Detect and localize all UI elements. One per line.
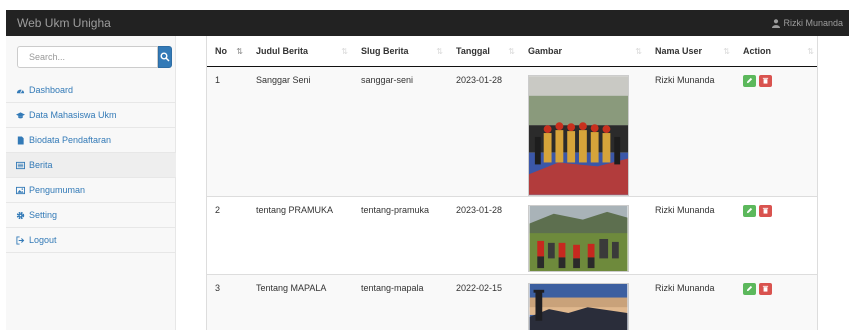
table-header-row: No ⇅ Judul Berita ⇅ Slug Berita ⇅ Tanggal ⇅ …: [207, 36, 817, 67]
table-row: 1 Sanggar Seni sanggar-seni 2023-01-28 R…: [207, 65, 817, 196]
user-icon: [772, 18, 781, 28]
sidebar-item-label: Setting: [29, 210, 58, 220]
sidebar-item-pengumuman[interactable]: Pengumuman: [6, 178, 176, 203]
cell-nama-user: Rizki Munanda: [647, 65, 735, 196]
graduation-cap-icon: [16, 111, 25, 118]
column-header-no[interactable]: No ⇅: [207, 36, 248, 67]
sidebar-menu: Dashboard Data Mahasiswa Ukm Biodata Pen…: [6, 78, 176, 253]
column-header-judul[interactable]: Judul Berita ⇅: [248, 36, 353, 67]
gear-icon: [16, 211, 25, 219]
sidebar-item-label: Logout: [29, 235, 57, 245]
sort-icon: ⇅: [635, 47, 642, 56]
mountain-photo: [528, 282, 629, 330]
sidebar-item-label: Data Mahasiswa Ukm: [29, 110, 117, 120]
table-row: 3 Tentang MAPALA tentang-mapala 2022-02-…: [207, 273, 817, 330]
file-icon: [17, 135, 24, 145]
sidebar-item-biodata[interactable]: Biodata Pendaftaran: [6, 128, 176, 153]
sidebar-item-berita[interactable]: Berita: [6, 153, 176, 178]
cell-nama-user: Rizki Munanda: [647, 195, 735, 274]
sidebar-item-label: Berita: [29, 160, 53, 170]
sort-icon: ⇅: [723, 47, 730, 56]
cell-tanggal: 2023-01-28: [448, 195, 520, 274]
sidebar-item-dashboard[interactable]: Dashboard: [6, 78, 176, 103]
sidebar-item-setting[interactable]: Setting: [6, 203, 176, 228]
image-icon: [16, 186, 25, 194]
sign-out-icon: [16, 235, 25, 245]
search-icon: [160, 52, 170, 62]
sidebar-item-logout[interactable]: Logout: [6, 228, 176, 253]
berita-table: No ⇅ Judul Berita ⇅ Slug Berita ⇅ Tanggal ⇅ …: [207, 36, 817, 330]
cell-no: 3: [207, 273, 248, 330]
sort-icon: ⇅: [508, 47, 515, 56]
cell-action: [735, 65, 817, 196]
cell-judul: tentang PRAMUKA: [248, 195, 353, 274]
brand-title[interactable]: Web Ukm Unigha: [17, 16, 111, 30]
search-group: [17, 46, 172, 68]
sidebar-item-label: Pengumuman: [29, 185, 86, 195]
cell-gambar: [520, 195, 647, 274]
sort-icon: ⇅: [807, 47, 814, 56]
cell-slug: sanggar-seni: [353, 65, 448, 196]
sidebar-item-label: Dashboard: [29, 85, 74, 95]
cell-action: [735, 195, 817, 274]
sidebar-item-label: Biodata Pendaftaran: [29, 135, 112, 145]
pencil-icon: [746, 207, 753, 214]
edit-button[interactable]: [743, 204, 756, 217]
top-navbar: Web Ukm Unigha Rizki Munanda: [6, 10, 849, 36]
delete-button[interactable]: [759, 282, 772, 295]
trash-icon: [762, 207, 769, 214]
sidebar-item-data-mahasiswa[interactable]: Data Mahasiswa Ukm: [6, 103, 176, 128]
cell-judul: Tentang MAPALA: [248, 273, 353, 330]
cell-no: 2: [207, 195, 248, 274]
main-content: No ⇅ Judul Berita ⇅ Slug Berita ⇅ Tanggal ⇅ …: [206, 36, 818, 330]
trash-icon: [762, 285, 769, 292]
cell-tanggal: 2022-02-15: [448, 273, 520, 330]
search-button[interactable]: [158, 46, 172, 68]
dashboard-icon: [16, 88, 25, 93]
cell-no: 1: [207, 65, 248, 196]
table-row: 2 tentang PRAMUKA tentang-pramuka 2023-0…: [207, 195, 817, 274]
delete-button[interactable]: [759, 204, 772, 217]
cell-tanggal: 2023-01-28: [448, 65, 520, 196]
user-menu[interactable]: Rizki Munanda: [772, 18, 843, 28]
column-header-nama-user[interactable]: Nama User ⇅: [647, 36, 735, 67]
sidebar: Dashboard Data Mahasiswa Ukm Biodata Pen…: [6, 36, 176, 330]
edit-button[interactable]: [743, 74, 756, 87]
column-header-action[interactable]: Action ⇅: [735, 36, 817, 67]
trash-icon: [762, 77, 769, 84]
pencil-icon: [746, 77, 753, 84]
column-header-slug[interactable]: Slug Berita ⇅: [353, 36, 448, 67]
user-name: Rizki Munanda: [783, 18, 843, 28]
cell-judul: Sanggar Seni: [248, 65, 353, 196]
pencil-icon: [746, 285, 753, 292]
search-input[interactable]: [17, 46, 158, 68]
dance-group-photo: [528, 74, 629, 196]
sort-icon: ⇅: [436, 47, 443, 56]
cell-nama-user: Rizki Munanda: [647, 273, 735, 330]
sort-icon: ⇅: [341, 47, 348, 56]
cell-slug: tentang-pramuka: [353, 195, 448, 274]
sort-asc-icon: ⇅: [236, 47, 243, 56]
delete-button[interactable]: [759, 74, 772, 87]
column-header-gambar[interactable]: Gambar ⇅: [520, 36, 647, 67]
cell-gambar: [520, 273, 647, 330]
cell-gambar: [520, 65, 647, 196]
edit-button[interactable]: [743, 282, 756, 295]
scouts-photo: [528, 204, 629, 272]
cell-slug: tentang-mapala: [353, 273, 448, 330]
newspaper-icon: [16, 161, 25, 169]
column-header-tanggal[interactable]: Tanggal ⇅: [448, 36, 520, 67]
cell-action: [735, 273, 817, 330]
